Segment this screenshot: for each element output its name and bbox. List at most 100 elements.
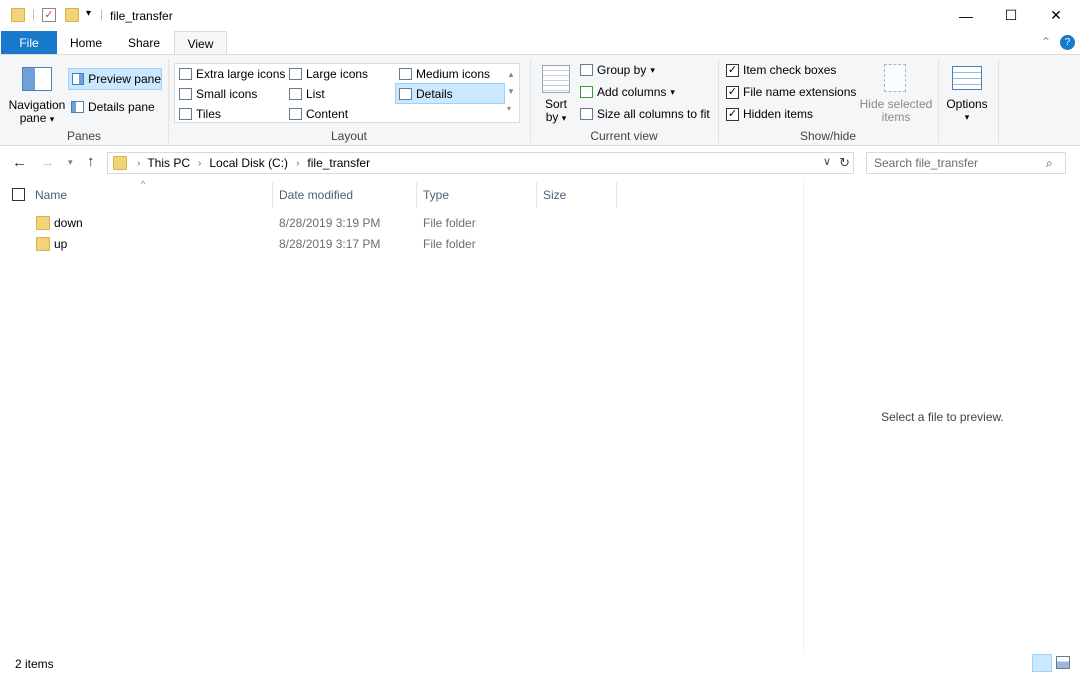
- qa-separator: |: [32, 7, 36, 21]
- select-all-checkbox[interactable]: [12, 188, 25, 201]
- add-columns-button[interactable]: Add columns ▾: [580, 85, 675, 99]
- hide-selected-label-2: items: [881, 110, 911, 124]
- window-title: file_transfer: [110, 9, 173, 23]
- tab-file[interactable]: File: [1, 31, 57, 55]
- details-icon: [399, 87, 412, 100]
- column-type[interactable]: Type: [423, 188, 449, 202]
- ribbon-separator: [998, 59, 999, 143]
- file-name[interactable]: up: [54, 237, 67, 251]
- column-divider[interactable]: [536, 182, 537, 208]
- minimize-button[interactable]: —: [943, 0, 989, 31]
- checkbox-checked-icon: ✓: [726, 85, 739, 99]
- layout-label: Details: [416, 86, 453, 101]
- group-by-button[interactable]: Group by ▾: [580, 63, 655, 77]
- tiles-icon: [179, 108, 192, 120]
- preview-pane-label: Preview pane: [88, 72, 161, 86]
- layout-extra-large-icons[interactable]: Extra large icons: [179, 67, 285, 81]
- help-icon[interactable]: ?: [1060, 35, 1075, 50]
- table-row[interactable]: down 8/28/2019 3:19 PM File folder: [0, 213, 803, 234]
- title-bar: | ✓ ▾ | file_transfer — ☐ ✕: [0, 0, 1080, 31]
- address-dropdown-icon[interactable]: ∨: [823, 155, 831, 168]
- collapse-ribbon-icon[interactable]: ⌃: [1041, 35, 1051, 49]
- tab-home[interactable]: Home: [60, 31, 112, 55]
- layout-scroll[interactable]: ▲ ▼ ▾: [507, 66, 515, 117]
- refresh-icon[interactable]: ↻: [839, 155, 850, 171]
- layout-tiles[interactable]: Tiles: [179, 107, 221, 121]
- layout-medium-icons[interactable]: Medium icons: [399, 67, 490, 81]
- recent-locations-icon[interactable]: ▾: [68, 157, 73, 168]
- options-button[interactable]: Options ▾: [942, 98, 992, 124]
- chevron-right-icon[interactable]: ›: [198, 158, 201, 169]
- navigation-pane-icon: [22, 67, 52, 91]
- preview-pane-icon: [72, 73, 85, 85]
- back-arrow-icon[interactable]: ←: [12, 154, 27, 171]
- breadcrumb-this-pc[interactable]: This PC: [147, 156, 190, 170]
- column-date-modified[interactable]: Date modified: [279, 188, 353, 202]
- column-divider[interactable]: [616, 182, 617, 208]
- layout-details[interactable]: Details: [395, 83, 505, 104]
- sort-by-label-2: by: [545, 110, 559, 124]
- large-icons-icon: [289, 68, 302, 80]
- navigation-pane-label-2: pane: [19, 111, 47, 125]
- table-row[interactable]: up 8/28/2019 3:17 PM File folder: [0, 234, 803, 255]
- hidden-items-toggle[interactable]: ✓ Hidden items: [726, 107, 813, 121]
- folder-icon: [36, 237, 50, 251]
- properties-icon[interactable]: ✓: [42, 8, 56, 22]
- layout-label: Tiles: [196, 107, 221, 121]
- close-button[interactable]: ✕: [1033, 0, 1079, 31]
- file-date: 8/28/2019 3:17 PM: [279, 237, 381, 251]
- qa-dropdown-icon[interactable]: ▾: [86, 8, 91, 19]
- sort-ascending-icon: ^: [141, 179, 146, 189]
- up-arrow-icon[interactable]: ↑: [87, 153, 95, 170]
- size-all-columns-button[interactable]: Size all columns to fit: [580, 107, 710, 121]
- column-name[interactable]: Name: [35, 188, 67, 202]
- search-icon[interactable]: ⌕: [1046, 156, 1053, 171]
- group-by-label: Group by: [597, 63, 647, 77]
- add-columns-label: Add columns: [597, 85, 667, 99]
- layout-list[interactable]: List: [289, 87, 325, 101]
- address-bar[interactable]: › This PC › Local Disk (C:) › file_trans…: [107, 152, 854, 174]
- column-size[interactable]: Size: [543, 188, 566, 202]
- chevron-right-icon[interactable]: ›: [296, 158, 299, 169]
- breadcrumb-file-transfer[interactable]: file_transfer: [307, 156, 370, 170]
- layout-group-label: Layout: [330, 129, 368, 143]
- column-divider[interactable]: [272, 182, 273, 208]
- file-name-extensions-toggle[interactable]: ✓ File name extensions: [726, 85, 856, 99]
- show-hide-group-label: Show/hide: [799, 129, 857, 143]
- folder-icon: [11, 8, 25, 22]
- layout-label: Content: [306, 107, 349, 121]
- folder-icon: [113, 156, 127, 170]
- preview-pane-button[interactable]: Preview pane: [68, 68, 162, 90]
- navigation-bar: ← → ▾ ↑ › This PC › Local Disk (C:) › fi…: [0, 148, 1080, 180]
- maximize-button[interactable]: ☐: [988, 0, 1034, 31]
- hide-selected-items-button[interactable]: Hide selected items: [858, 98, 934, 124]
- details-pane-icon: [71, 101, 84, 113]
- column-divider[interactable]: [416, 182, 417, 208]
- checkbox-checked-icon: ✓: [726, 107, 739, 121]
- status-bar: 2 items: [0, 650, 1080, 676]
- search-input[interactable]: Search file_transfer: [866, 152, 1066, 174]
- folder-icon: [36, 216, 50, 230]
- tab-view[interactable]: View: [174, 31, 227, 56]
- layout-large-icons[interactable]: Large icons: [289, 67, 368, 81]
- large-icons-view-icon[interactable]: [1056, 656, 1070, 669]
- layout-label: Medium icons: [416, 67, 491, 81]
- tab-share[interactable]: Share: [118, 31, 170, 55]
- new-folder-icon[interactable]: [65, 8, 79, 22]
- layout-small-icons[interactable]: Small icons: [179, 87, 257, 101]
- column-header-row: ^ Name Date modified Type Size: [0, 179, 803, 208]
- details-pane-button[interactable]: Details pane: [71, 100, 155, 114]
- layout-content[interactable]: Content: [289, 107, 348, 121]
- details-view-icon[interactable]: [1032, 654, 1052, 672]
- extra-large-icons-icon: [179, 68, 192, 80]
- navigation-pane-button[interactable]: Navigation pane ▾: [8, 99, 66, 126]
- layout-gallery: Extra large icons Large icons Medium ico…: [174, 63, 520, 123]
- panes-group-label: Panes: [66, 129, 102, 143]
- item-check-boxes-toggle[interactable]: ✓ Item check boxes: [726, 63, 836, 77]
- sort-by-button[interactable]: Sort by ▾: [538, 98, 574, 125]
- breadcrumb-local-disk[interactable]: Local Disk (C:): [209, 156, 288, 170]
- file-name[interactable]: down: [54, 216, 83, 230]
- chevron-right-icon[interactable]: ›: [137, 158, 140, 169]
- qa-separator: |: [100, 7, 104, 21]
- forward-arrow-icon[interactable]: →: [40, 154, 55, 171]
